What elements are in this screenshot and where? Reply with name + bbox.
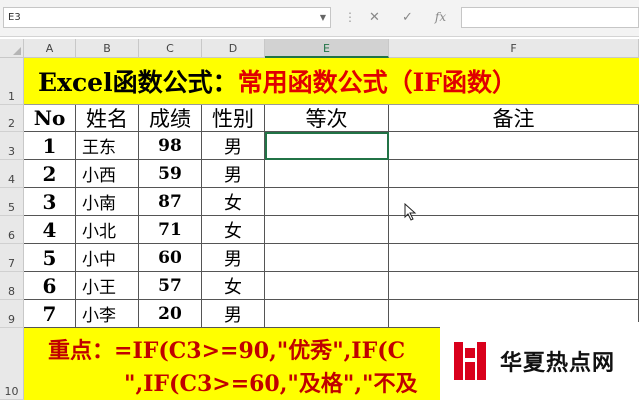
cell-score[interactable]: 59	[139, 160, 202, 188]
header-name[interactable]: 姓名	[76, 105, 139, 132]
cell-grade[interactable]	[265, 188, 389, 216]
cell-score[interactable]: 98	[139, 132, 202, 160]
column-header-b[interactable]: B	[76, 39, 139, 58]
cell-score[interactable]: 57	[139, 272, 202, 300]
header-grade[interactable]: 等次	[265, 105, 389, 132]
cell-score[interactable]: 71	[139, 216, 202, 244]
cell-sex[interactable]: 女	[202, 272, 265, 300]
header-sex[interactable]: 性别	[202, 105, 265, 132]
row-header-9[interactable]: 9	[0, 300, 24, 328]
header-note[interactable]: 备注	[389, 105, 639, 132]
check-icon[interactable]: ✓	[391, 7, 424, 28]
chevron-down-icon[interactable]: ▼	[320, 8, 326, 27]
cell-no[interactable]: 2	[24, 160, 76, 188]
cell-no[interactable]: 1	[24, 132, 76, 160]
column-header-e[interactable]: E	[265, 39, 389, 58]
row-header-1[interactable]: 1	[0, 58, 24, 105]
select-all-corner[interactable]	[0, 39, 24, 58]
mouse-pointer-icon	[404, 203, 417, 221]
cell-grade[interactable]	[265, 272, 389, 300]
close-icon[interactable]: ✕	[358, 7, 391, 28]
cell-note[interactable]	[389, 216, 639, 244]
cell-no[interactable]: 7	[24, 300, 76, 328]
header-no[interactable]: No	[24, 105, 76, 132]
cell-no[interactable]: 4	[24, 216, 76, 244]
cell-name[interactable]: 小西	[76, 160, 139, 188]
cell-no[interactable]: 5	[24, 244, 76, 272]
title-main: 常用函数公式（IF函数）	[237, 68, 518, 97]
watermark-logo: 华夏热点网	[440, 322, 639, 400]
cell-grade[interactable]	[265, 300, 389, 328]
cell-name[interactable]: 小南	[76, 188, 139, 216]
formula-bar: E3 ▼ ⋮ ✕ ✓ fx	[0, 0, 639, 37]
note-formula-2: ",IF(C3>=60,"及格","不及	[124, 371, 418, 397]
header-score[interactable]: 成绩	[139, 105, 202, 132]
cell-no[interactable]: 3	[24, 188, 76, 216]
cell-note[interactable]	[389, 188, 639, 216]
cell-score[interactable]: 87	[139, 188, 202, 216]
row-header-7[interactable]: 7	[0, 244, 24, 272]
insert-function-icon[interactable]: fx	[424, 7, 457, 28]
cell-no[interactable]: 6	[24, 272, 76, 300]
splitter-handle[interactable]: ⋮	[344, 7, 356, 28]
name-box-value: E3	[8, 12, 21, 23]
column-header-f[interactable]: F	[389, 39, 639, 58]
note-label: 重点：	[48, 338, 115, 364]
cell-name[interactable]: 王东	[76, 132, 139, 160]
row-header-5[interactable]: 5	[0, 188, 24, 216]
cell-name[interactable]: 小王	[76, 272, 139, 300]
column-header-d[interactable]: D	[202, 39, 265, 58]
logo-mark-icon	[454, 342, 486, 380]
cell-note[interactable]	[389, 272, 639, 300]
row-header-8[interactable]: 8	[0, 272, 24, 300]
cell-sex[interactable]: 男	[202, 300, 265, 328]
cell-sex[interactable]: 男	[202, 244, 265, 272]
cell-note[interactable]	[389, 244, 639, 272]
cell-score[interactable]: 60	[139, 244, 202, 272]
title-cell[interactable]: Excel函数公式： 常用函数公式（IF函数）	[24, 58, 639, 105]
cell-score[interactable]: 20	[139, 300, 202, 328]
note-line-1: 重点：=IF(C3>=90,"优秀",IF(C	[48, 333, 405, 365]
row-header-3[interactable]: 3	[0, 132, 24, 160]
cell-note[interactable]	[389, 132, 639, 160]
cell-grade-selected[interactable]	[265, 132, 389, 160]
cell-name[interactable]: 小中	[76, 244, 139, 272]
cell-grade[interactable]	[265, 216, 389, 244]
title-prefix: Excel函数公式：	[38, 68, 238, 97]
logo-text: 华夏热点网	[500, 351, 616, 376]
row-header-4[interactable]: 4	[0, 160, 24, 188]
cell-sex[interactable]: 女	[202, 188, 265, 216]
cell-grade[interactable]	[265, 160, 389, 188]
cell-name[interactable]: 小李	[76, 300, 139, 328]
column-header-c[interactable]: C	[139, 39, 202, 58]
note-formula-1: =IF(C3>=90,"优秀",IF(C	[114, 338, 406, 364]
cell-sex[interactable]: 男	[202, 132, 265, 160]
cell-sex[interactable]: 男	[202, 160, 265, 188]
cell-sex[interactable]: 女	[202, 216, 265, 244]
row-header-6[interactable]: 6	[0, 216, 24, 244]
formula-buttons: ✕ ✓ fx	[358, 7, 458, 28]
formula-input[interactable]	[461, 7, 639, 28]
cell-name[interactable]: 小北	[76, 216, 139, 244]
name-box[interactable]: E3 ▼	[3, 7, 331, 28]
cell-note[interactable]	[389, 160, 639, 188]
row-header-10[interactable]: 10	[0, 328, 24, 400]
column-header-a[interactable]: A	[24, 39, 76, 58]
cell-grade[interactable]	[265, 244, 389, 272]
row-header-2[interactable]: 2	[0, 105, 24, 132]
